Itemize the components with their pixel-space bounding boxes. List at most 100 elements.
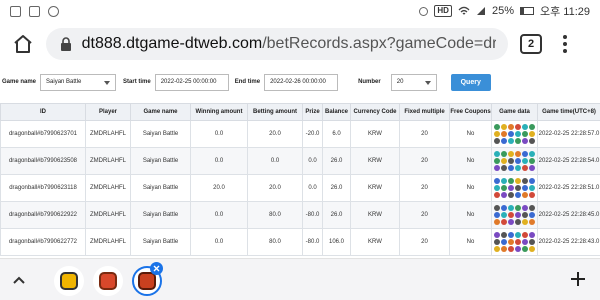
symbol-icon — [508, 232, 514, 238]
cell-game-data[interactable] — [491, 201, 538, 229]
cell-balance: 26.0 — [322, 147, 351, 175]
start-time-label: Start time — [123, 79, 151, 85]
query-button[interactable]: Query — [450, 73, 491, 91]
bottom-tab-strip — [0, 258, 600, 300]
bet-records-table-container[interactable]: ID Player Game name Winning amount Betti… — [0, 103, 600, 257]
col-winning-amount: Winning amount — [190, 103, 248, 121]
url-path: /betRecords.aspx?gameCode=dragonball — [262, 35, 496, 52]
symbol-icon — [508, 192, 514, 198]
symbol-icon — [501, 178, 507, 184]
symbol-icon — [494, 232, 500, 238]
cell-player: ZMDRLAHFL — [85, 147, 131, 175]
end-time-label: End time — [234, 79, 261, 85]
cell-game-data[interactable] — [491, 174, 538, 202]
cell-balance: 6.0 — [322, 120, 351, 148]
symbol-icon — [501, 219, 507, 225]
symbol-icon — [508, 151, 514, 157]
symbol-icon — [529, 151, 535, 157]
symbol-icon — [494, 219, 500, 225]
cell-game-name: Saiyan Battle — [130, 120, 191, 148]
home-icon — [14, 35, 32, 53]
close-icon[interactable] — [150, 262, 163, 275]
symbol-icon — [508, 178, 514, 184]
chevron-up-icon[interactable] — [12, 275, 26, 285]
cell-game-name: Saiyan Battle — [130, 147, 191, 175]
table-row[interactable]: dragonball#b7990623118 ZMDRLAHFL Saiyan Ba… — [0, 174, 600, 202]
cell-game-time: 2022-02-25 22:28:45.0 — [537, 201, 600, 229]
symbol-icon — [529, 239, 535, 245]
lock-icon[interactable] — [58, 35, 74, 53]
home-button[interactable] — [8, 29, 38, 59]
symbol-icon — [515, 212, 521, 218]
symbol-icon — [522, 124, 528, 130]
table-body: dragonball#b7990623701 ZMDRLAHFL Saiyan Ba… — [0, 120, 600, 256]
game-name-value: Saiyan Battle — [46, 79, 82, 85]
number-select[interactable]: 20 — [390, 73, 437, 91]
url-text[interactable]: dt888.dtgame-dtweb.com/betRecords.aspx?g… — [82, 35, 496, 53]
symbol-icon — [501, 205, 507, 211]
address-bar[interactable]: dt888.dtgame-dtweb.com/betRecords.aspx?g… — [46, 28, 508, 60]
symbol-icon — [501, 124, 507, 130]
table-row[interactable]: dragonball#b7990622922 ZMDRLAHFL Saiyan Ba… — [0, 201, 600, 229]
table-row[interactable]: dragonball#b7990622772 ZMDRLAHFL Saiyan Ba… — [0, 228, 600, 256]
symbol-icon — [529, 178, 535, 184]
symbol-icon — [494, 151, 500, 157]
symbol-icon — [522, 158, 528, 164]
symbol-icon — [522, 219, 528, 225]
symbol-icon — [522, 192, 528, 198]
symbol-icon — [515, 192, 521, 198]
game-data-symbols[interactable] — [493, 124, 537, 144]
table-row[interactable]: dragonball#b7990623508 ZMDRLAHFL Saiyan Ba… — [0, 147, 600, 175]
cell-game-data[interactable] — [491, 228, 538, 256]
cell-currency-code: KRW — [350, 120, 400, 148]
end-time-value: 2022-02-26 00:00:00 — [270, 79, 326, 85]
symbol-icon — [501, 151, 507, 157]
symbol-icon — [522, 185, 528, 191]
cell-game-data[interactable] — [491, 147, 538, 175]
symbol-icon — [529, 131, 535, 137]
status-bar: HD 25% 오후 11:29 — [0, 0, 600, 22]
cell-free-coupons: No — [449, 228, 492, 256]
game-data-symbols[interactable] — [493, 205, 537, 225]
symbol-icon — [508, 158, 514, 164]
symbol-icon — [501, 131, 507, 137]
symbol-icon — [508, 131, 514, 137]
tab-switcher-button[interactable]: 2 — [520, 34, 542, 54]
symbol-icon — [494, 205, 500, 211]
cell-game-data[interactable] — [491, 120, 538, 148]
symbol-icon — [515, 138, 521, 144]
cell-free-coupons: No — [449, 147, 492, 175]
cell-id: dragonball#b7990622772 — [0, 228, 86, 256]
cell-game-time: 2022-02-25 22:28:54.0 — [537, 147, 600, 175]
game-data-symbols[interactable] — [493, 151, 537, 171]
symbol-icon — [508, 239, 514, 245]
chevron-down-icon — [424, 80, 431, 85]
symbol-icon — [494, 138, 500, 144]
game-data-symbols[interactable] — [493, 232, 537, 252]
wifi-icon — [458, 6, 470, 15]
cell-betting-amount: 20.0 — [247, 120, 303, 148]
end-time-input[interactable]: 2022-02-26 00:00:00 — [264, 73, 339, 91]
symbol-icon — [515, 158, 521, 164]
table-row[interactable]: dragonball#b7990623701 ZMDRLAHFL Saiyan Ba… — [0, 120, 600, 148]
symbol-icon — [508, 219, 514, 225]
game-name-select[interactable]: Saiyan Battle — [40, 73, 117, 91]
game-data-symbols[interactable] — [493, 178, 537, 198]
tab-thumbnail-1[interactable] — [54, 266, 84, 296]
cell-betting-amount: 20.0 — [247, 174, 303, 202]
cell-player: ZMDRLAHFL — [85, 228, 131, 256]
symbol-icon — [501, 185, 507, 191]
symbol-icon — [508, 124, 514, 130]
url-domain: dt888.dtgame-dtweb.com — [81, 35, 263, 52]
col-prize: Prize — [302, 103, 323, 121]
cell-game-name: Saiyan Battle — [130, 201, 191, 229]
plus-icon[interactable] — [570, 271, 586, 287]
symbol-icon — [501, 138, 507, 144]
symbol-icon — [529, 165, 535, 171]
start-time-input[interactable]: 2022-02-25 00:00:00 — [154, 73, 229, 91]
more-vert-icon[interactable] — [558, 35, 572, 53]
hd-badge: HD — [434, 5, 452, 17]
tab-thumbnail-2[interactable] — [93, 266, 123, 296]
cell-fixed-multiple: 20 — [399, 228, 450, 256]
symbol-icon — [501, 246, 507, 252]
